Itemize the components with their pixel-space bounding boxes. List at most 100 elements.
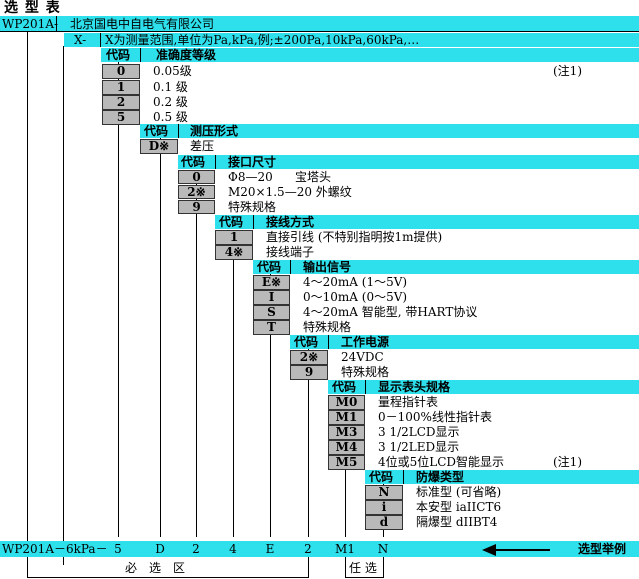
accuracy-note-0: (注1) — [553, 64, 582, 78]
display-note-4: (注1) — [553, 455, 582, 469]
power-code-label: 代码 — [294, 335, 319, 349]
display-code-2-text: M3 — [335, 425, 358, 439]
manufacturer: 北京国电中自电气有限公司 — [70, 17, 215, 31]
interface-code-label: 代码 — [181, 155, 206, 169]
display-title: 显示表头规格 — [378, 380, 451, 394]
power-code-0-text: 2※ — [299, 350, 319, 364]
output-code-0-text: E※ — [261, 275, 282, 289]
guide-line-measure — [160, 138, 161, 537]
display-desc-3: 3 1/2LED显示 — [378, 440, 460, 454]
wiring-desc-1: 接线端子 — [266, 245, 315, 259]
guide-line-wiring — [233, 230, 234, 537]
arrow-left-icon — [482, 544, 496, 556]
output-desc-0: 4～20mA (1～5V) — [303, 275, 408, 289]
display-desc-4: 4位或5位LCD智能显示 — [378, 455, 505, 469]
accuracy-code-1-text: 1 — [116, 80, 126, 94]
explosion-title: 防爆类型 — [416, 470, 465, 484]
accuracy-code-label: 代码 — [106, 48, 131, 62]
measure-code-0-text: D※ — [148, 139, 170, 153]
divider — [345, 557, 346, 577]
example-code-power: 2 — [304, 542, 312, 556]
explosion-code-label: 代码 — [369, 470, 394, 484]
output-title: 输出信号 — [303, 260, 352, 274]
explosion-header — [365, 470, 639, 484]
divider — [100, 33, 101, 47]
divider — [27, 577, 309, 578]
interface-title: 接口尺寸 — [228, 155, 277, 169]
display-code-label: 代码 — [332, 380, 357, 394]
table-title: 选 型 表 — [4, 0, 61, 16]
divider — [253, 215, 254, 229]
optional-zone-label: 任 选 — [349, 561, 377, 575]
accuracy-title: 准确度等级 — [156, 48, 217, 62]
explosion-code-0-text: N — [378, 485, 390, 499]
display-header — [328, 380, 639, 394]
interface-desc-0: Φ8—20 — [228, 170, 273, 184]
example-code-model: WP201A－6kPa－ — [2, 542, 108, 556]
divider — [215, 155, 216, 169]
accuracy-desc-1: 0.1 级 — [153, 80, 188, 94]
explosion-desc-1: 本安型 iaIICT6 — [416, 500, 502, 514]
example-code-output: E — [265, 542, 275, 556]
interface-desc-1: M20×1.5—20 外螺纹 — [228, 185, 352, 199]
display-desc-1: 0－100%线性指针表 — [378, 410, 492, 424]
example-label: 选型举例 — [578, 542, 627, 556]
divider — [178, 124, 179, 138]
output-code-label: 代码 — [257, 260, 282, 274]
explosion-code-1-text: i — [381, 500, 387, 514]
interface-desc-2: 特殊规格 — [228, 200, 277, 214]
divider — [290, 260, 291, 274]
wiring-code-1-text: 4※ — [224, 245, 244, 259]
divider — [365, 380, 366, 394]
accuracy-desc-2: 0.2 级 — [153, 95, 188, 109]
divider — [308, 557, 309, 577]
example-code-wiring: 4 — [229, 542, 237, 556]
guide-line-x — [63, 46, 64, 565]
interface-code-2-text: 9 — [192, 200, 201, 214]
example-code-accuracy: 5 — [114, 542, 122, 556]
display-desc-0: 量程指针表 — [378, 395, 439, 409]
required-zone-label: 必 选 区 — [125, 561, 186, 575]
output-code-2-text: S — [267, 305, 276, 319]
display-code-4-text: M5 — [335, 455, 358, 469]
display-code-1-text: M1 — [335, 410, 358, 424]
arrow-line — [492, 549, 550, 551]
divider — [0, 31, 639, 32]
wiring-code-label: 代码 — [219, 215, 244, 229]
guide-line-interface — [196, 183, 197, 537]
measure-desc-0: 差压 — [190, 139, 215, 153]
model-code: WP201A- — [2, 17, 59, 31]
interface-code-1-text: 2※ — [187, 185, 206, 199]
display-code-3-text: M4 — [335, 440, 358, 454]
example-code-interface: 2 — [192, 542, 200, 556]
divider — [27, 557, 28, 577]
example-code-explosion: N — [377, 542, 389, 556]
divider — [403, 470, 404, 484]
display-code-0-text: M0 — [335, 395, 358, 409]
x-description: X为测量范围,单位为Pa,kPa,例;±200Pa,10kPa,60kPa,… — [105, 33, 420, 47]
wiring-desc-0: 直接引线 (不特别指明按1m提供) — [266, 230, 443, 244]
power-title: 工作电源 — [341, 335, 390, 349]
explosion-desc-2: 隔爆型 dIIBT4 — [416, 515, 498, 529]
output-code-1-text: I — [268, 290, 275, 304]
guide-line-model — [27, 30, 28, 565]
accuracy-code-2-text: 2 — [116, 95, 126, 109]
wiring-code-0-text: 1 — [229, 230, 239, 244]
display-desc-2: 3 1/2LCD显示 — [378, 425, 460, 439]
output-code-3-text: T — [267, 320, 276, 334]
guide-line-accuracy — [118, 62, 119, 537]
power-code-1-text: 9 — [304, 365, 314, 379]
output-desc-1: 0～10mA (0～5V) — [303, 290, 408, 304]
divider — [328, 335, 329, 349]
accuracy-desc-3: 0.5 级 — [153, 110, 188, 124]
accuracy-desc-0: 0.05级 — [153, 64, 192, 78]
interface-desc-0b: 宝塔头 — [295, 170, 332, 184]
example-code-display: M1 — [335, 542, 355, 556]
example-code-measure: D — [155, 542, 165, 556]
divider — [383, 557, 384, 577]
x-code: X- — [74, 33, 87, 47]
output-desc-2: 4～20mA 智能型, 带HART协议 — [303, 305, 478, 319]
interface-code-0-text: 0 — [192, 170, 201, 184]
power-desc-1: 特殊规格 — [341, 365, 390, 379]
wiring-title: 接线方式 — [266, 215, 315, 229]
